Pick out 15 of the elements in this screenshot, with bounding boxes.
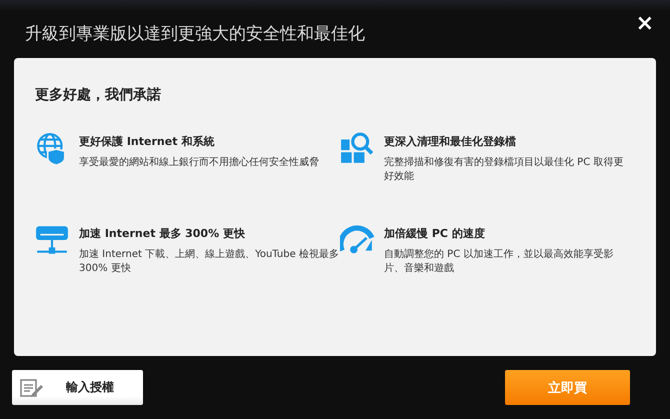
document-pencil-icon <box>20 378 44 398</box>
grid-magnifier-icon <box>340 131 374 165</box>
feature-description: 完整掃描和修復有害的登錄檔項目以最佳化 PC 取得更好效能 <box>384 156 624 184</box>
feature-description: 自動調整您的 PC 以加速工作，並以最高效能享受影片、音樂和遊戲 <box>384 248 614 276</box>
feature-description: 享受最愛的網站和線上銀行而不用擔心任何安全性威脅 <box>79 156 319 170</box>
feature-title: 加速 Internet 最多 300% 更快 <box>79 226 246 241</box>
server-network-icon <box>35 223 69 257</box>
window-title: 升級到專業版以達到更強大的安全性和最佳化 <box>25 22 365 44</box>
panel-heading: 更多好處，我們承諾 <box>35 86 162 104</box>
feature-title: 更深入清理和最佳化登錄檔 <box>384 134 517 149</box>
feature-title: 更好保護 Internet 和系統 <box>79 134 216 149</box>
feature-title: 加倍緩慢 PC 的速度 <box>384 226 486 241</box>
close-button[interactable]: × <box>632 10 658 36</box>
feature-description: 加速 Internet 下載、上網、線上遊戲、YouTube 檢視最多 300% 更快 <box>79 248 340 276</box>
license-button[interactable]: 輸入授權 <box>12 370 143 405</box>
